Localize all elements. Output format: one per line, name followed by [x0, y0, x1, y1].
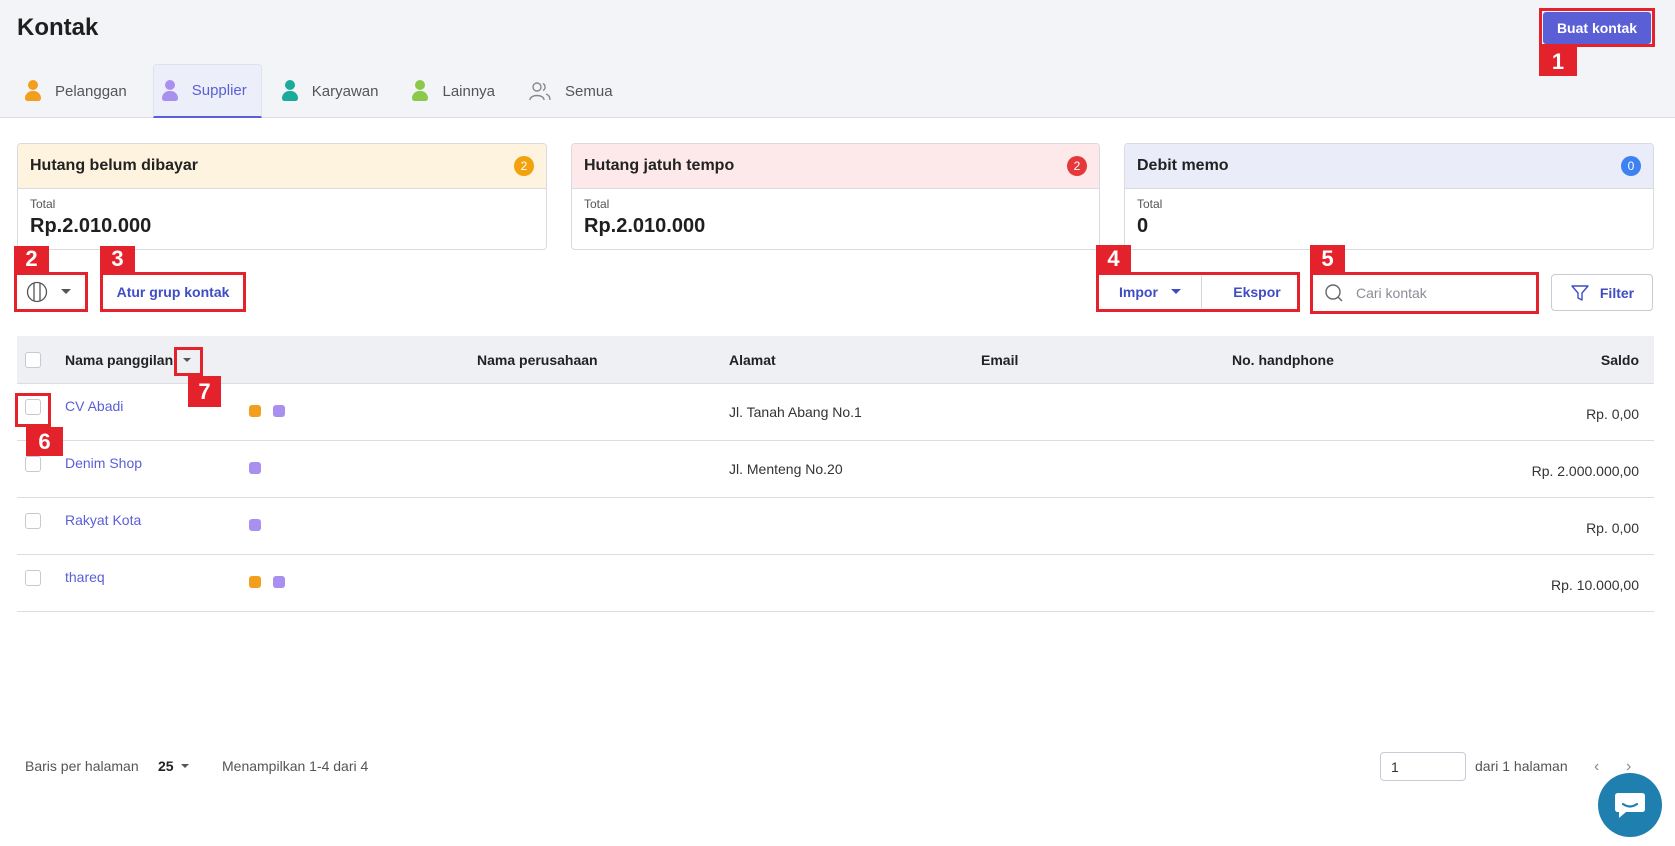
- annotation-number: 6: [26, 427, 63, 456]
- people-group-icon: [529, 82, 551, 101]
- annotation-number: 5: [1310, 245, 1345, 272]
- card-header: Hutang belum dibayar 2: [18, 144, 546, 189]
- card-overdue-debt[interactable]: Hutang jatuh tempo 2 Total Rp.2.010.000: [571, 143, 1100, 250]
- header-phone: No. handphone: [1232, 352, 1334, 368]
- annotation-box: [1096, 272, 1300, 312]
- annotation-number: 4: [1096, 245, 1131, 272]
- address-cell: Jl. Menteng No.20: [729, 461, 843, 477]
- row-checkbox[interactable]: [25, 513, 41, 529]
- total-value: Rp.2.010.000: [584, 215, 706, 237]
- annotation-box: [174, 347, 203, 376]
- balance-cell: Rp. 0,00: [1586, 520, 1639, 536]
- tab-karyawan[interactable]: Karyawan: [274, 64, 393, 118]
- balance-cell: Rp. 2.000.000,00: [1531, 463, 1639, 479]
- page-number-input[interactable]: [1380, 752, 1466, 781]
- tab-label: Semua: [565, 82, 613, 100]
- page-title: Kontak: [17, 14, 99, 41]
- rows-per-page-label: Baris per halaman: [25, 758, 139, 774]
- balance-cell: Rp. 10.000,00: [1551, 577, 1639, 593]
- total-pages-text: dari 1 halaman: [1475, 758, 1568, 774]
- header-nickname: Nama panggilan: [65, 352, 174, 368]
- annotation-number: 7: [188, 376, 221, 407]
- contact-name-link[interactable]: Rakyat Kota: [65, 512, 141, 528]
- tag-dot: [273, 576, 285, 588]
- tab-label: Karyawan: [311, 82, 379, 100]
- person-icon: [25, 80, 41, 102]
- tag-dot: [249, 405, 261, 417]
- tab-pelanggan[interactable]: Pelanggan: [17, 64, 141, 118]
- tag-dot: [249, 576, 261, 588]
- annotation-number: 2: [14, 246, 49, 272]
- contact-tabs: Pelanggan Supplier Karyawan Lainnya Semu…: [17, 64, 639, 118]
- count-badge: 2: [514, 156, 534, 176]
- tab-supplier[interactable]: Supplier: [152, 64, 262, 118]
- table-row[interactable]: Rakyat Kota Rp. 0,00: [17, 498, 1654, 555]
- chat-support-button[interactable]: [1598, 773, 1662, 837]
- table-row[interactable]: thareq Rp. 10.000,00: [17, 555, 1654, 612]
- card-title: Debit memo: [1137, 157, 1229, 174]
- contact-name-link[interactable]: thareq: [65, 569, 105, 585]
- chat-bubble-icon: [1615, 793, 1645, 818]
- card-unpaid-debt[interactable]: Hutang belum dibayar 2 Total Rp.2.010.00…: [17, 143, 547, 250]
- contact-name-link[interactable]: Denim Shop: [65, 455, 142, 471]
- table-row[interactable]: CV Abadi Jl. Tanah Abang No.1 Rp. 0,00: [17, 384, 1654, 441]
- tab-label: Lainnya: [442, 82, 496, 100]
- header-address: Alamat: [729, 352, 776, 368]
- prev-page-icon[interactable]: ‹: [1594, 758, 1599, 776]
- total-label: Total: [1137, 197, 1163, 211]
- balance-cell: Rp. 0,00: [1586, 406, 1639, 422]
- tag-dot: [273, 405, 285, 417]
- total-label: Total: [584, 197, 610, 211]
- tab-lainnya[interactable]: Lainnya: [404, 64, 509, 118]
- filter-button[interactable]: Filter: [1551, 274, 1653, 311]
- card-title: Hutang jatuh tempo: [584, 157, 735, 174]
- rows-per-page-value: 25: [158, 758, 174, 774]
- card-debit-memo[interactable]: Debit memo 0 Total 0: [1124, 143, 1654, 250]
- person-icon: [412, 80, 429, 102]
- annotation-box: [15, 393, 51, 427]
- row-checkbox[interactable]: [25, 570, 41, 586]
- pagination-bar: Baris per halaman 25 Menampilkan 1-4 dar…: [0, 748, 1675, 784]
- count-badge: 2: [1067, 156, 1087, 176]
- header-email: Email: [981, 352, 1019, 368]
- total-value: Rp.2.010.000: [30, 215, 152, 237]
- contacts-table: Nama panggilan Nama perusahaan Alamat Em…: [17, 336, 1654, 612]
- header-company: Nama perusahaan: [477, 352, 598, 368]
- header-balance: Saldo: [1600, 352, 1639, 368]
- filter-label: Filter: [1599, 284, 1635, 301]
- tab-semua[interactable]: Semua: [521, 64, 627, 118]
- annotation-box: [100, 272, 246, 312]
- total-value: 0: [1137, 215, 1149, 237]
- person-icon: [161, 79, 178, 102]
- card-header: Debit memo 0: [1125, 144, 1653, 189]
- person-icon: [281, 80, 298, 102]
- select-all-checkbox[interactable]: [25, 352, 41, 368]
- table-header: Nama panggilan Nama perusahaan Alamat Em…: [17, 336, 1654, 384]
- annotation-box: [1539, 8, 1655, 47]
- annotation-number: 1: [1539, 47, 1577, 76]
- annotation-number: 3: [100, 246, 135, 272]
- count-badge: 0: [1621, 156, 1641, 176]
- row-checkbox[interactable]: [25, 456, 41, 472]
- table-row[interactable]: Denim Shop Jl. Menteng No.20 Rp. 2.000.0…: [17, 441, 1654, 498]
- annotation-box: [14, 272, 88, 312]
- rows-per-page-select[interactable]: 25: [158, 758, 190, 774]
- card-title: Hutang belum dibayar: [30, 157, 199, 174]
- tab-label: Pelanggan: [55, 82, 127, 100]
- top-bar: Kontak Buat kontak Pelanggan Supplier Ka…: [0, 0, 1675, 118]
- tag-dot: [249, 462, 261, 474]
- showing-range-text: Menampilkan 1-4 dari 4: [222, 758, 369, 774]
- card-header: Hutang jatuh tempo 2: [572, 144, 1099, 189]
- annotation-box: [1310, 272, 1539, 314]
- address-cell: Jl. Tanah Abang No.1: [729, 404, 862, 420]
- total-label: Total: [30, 197, 56, 211]
- tag-dot: [249, 519, 261, 531]
- tab-label: Supplier: [191, 82, 247, 99]
- caret-down-icon: [180, 764, 189, 768]
- contact-name-link[interactable]: CV Abadi: [65, 398, 123, 414]
- filter-icon: [1571, 284, 1589, 301]
